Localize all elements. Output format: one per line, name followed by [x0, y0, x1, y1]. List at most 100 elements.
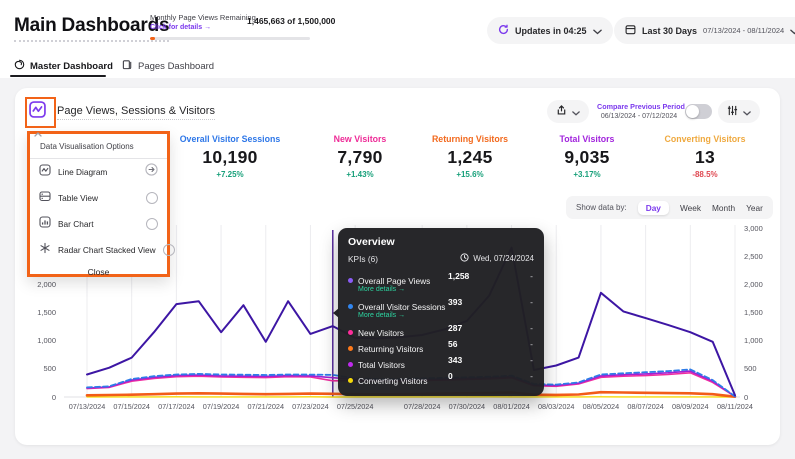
table-view-icon: [39, 189, 51, 207]
dashboard-page: Main Dashboards Monthly Page Views Remai…: [0, 0, 795, 459]
y-axis-label-right: 3,000: [744, 224, 778, 233]
tooltip-kpi-value: 0: [448, 371, 453, 381]
kpi-tooltip: Overview KPIs (6) Wed, 07/24/2024 Overal…: [338, 228, 544, 396]
vis-option-label: Line Diagram: [58, 167, 138, 177]
vis-options-panel: Data Visualisation Options Line Diagram …: [27, 131, 170, 277]
active-tab-underline: [10, 75, 106, 77]
time-tab-month[interactable]: Month: [712, 203, 735, 213]
tooltip-title: Overview: [348, 236, 534, 248]
kpi-label: Converting Visitors: [643, 134, 767, 144]
toggle-knob: [686, 105, 699, 118]
clock-icon: [460, 253, 469, 264]
kpi-converting-visitors: Converting Visitors13-88.5%: [643, 134, 767, 179]
monthly-views-details-link[interactable]: Click for details →: [150, 24, 211, 31]
date-range-button[interactable]: Last 30 Days 07/13/2024 - 08/11/2024: [614, 17, 795, 44]
tooltip-row: Total Visitors343-: [348, 355, 534, 368]
tooltip-caret: [333, 308, 339, 318]
vis-options-close-button[interactable]: Close: [30, 267, 167, 277]
date-range-value: 07/13/2024 - 08/11/2024: [703, 26, 784, 35]
kpi-label: Returning Visitors: [408, 134, 532, 144]
tooltip-kpi-value: 343: [448, 355, 462, 365]
vis-option-label: Table View: [58, 193, 139, 203]
vis-option-radar-chart[interactable]: Radar Chart Stacked View: [30, 237, 167, 263]
tooltip-kpi-compare-placeholder: -: [530, 297, 533, 307]
y-axis-label-right: 1,500: [744, 308, 778, 317]
kpi-total-visitors: Total Visitors9,035+3.17%: [525, 134, 649, 179]
y-axis-label-left: 1,000: [22, 336, 56, 345]
kpi-delta: -88.5%: [643, 170, 767, 179]
tooltip-kpi-name: Converting Visitors: [358, 376, 427, 386]
vis-option-table-view[interactable]: Table View: [30, 185, 167, 211]
show-data-by-label: Show data by:: [576, 203, 627, 212]
y-axis-label-right: 0: [744, 393, 778, 402]
column-settings-button[interactable]: [718, 100, 760, 123]
kpi-value: 7,790: [298, 147, 422, 168]
radio-button[interactable]: [163, 244, 175, 256]
kpi-overall-visitor-sessions: Overall Visitor Sessions10,190+7.25%: [168, 134, 292, 179]
vis-option-line-diagram[interactable]: Line Diagram: [30, 159, 167, 185]
tooltip-kpi-name: Overall Visitor Sessions: [358, 302, 445, 312]
kpi-delta: +3.17%: [525, 170, 649, 179]
tooltip-kpi-count: KPIs (6): [348, 254, 378, 264]
monthly-views-progress-bar: [150, 37, 310, 40]
y-axis-label-left: 2,000: [22, 280, 56, 289]
tooltip-kpi-compare-placeholder: -: [530, 339, 533, 349]
line-diagram-icon: [39, 163, 51, 181]
radar-chart-icon: [39, 241, 51, 259]
tooltip-row: New Visitors287-: [348, 323, 534, 336]
refresh-icon: [498, 22, 509, 40]
tooltip-kpi-name: Total Visitors: [358, 360, 405, 370]
chart-type-button[interactable]: [29, 101, 49, 121]
export-button[interactable]: [547, 100, 589, 123]
tooltip-row: Overall Visitor Sessions393-: [348, 297, 534, 310]
x-axis-label: 07/25/2024: [327, 402, 383, 411]
kpi-new-visitors: New Visitors7,790+1.43%: [298, 134, 422, 179]
radio-button[interactable]: [146, 218, 158, 230]
card-title: Page Views, Sessions & Visitors: [57, 105, 215, 120]
tooltip-kpi-value: 56: [448, 339, 457, 349]
y-axis-label-right: 2,000: [744, 280, 778, 289]
kpi-dot: [348, 378, 353, 383]
tab-pages-dashboard[interactable]: Pages Dashboard: [122, 57, 214, 75]
more-details-link[interactable]: More details →: [358, 312, 534, 319]
radio-button[interactable]: [146, 192, 158, 204]
y-axis-label-left: 500: [22, 364, 56, 373]
updates-button[interactable]: Updates in 04:25: [487, 17, 613, 44]
vis-option-label: Bar Chart: [58, 219, 139, 229]
monthly-views-usage: 1,465,663 of 1,500,000: [247, 16, 335, 26]
tooltip-date: Wed, 07/24/2024: [460, 253, 534, 264]
tab-label: Pages Dashboard: [138, 61, 214, 72]
time-tab-year[interactable]: Year: [746, 203, 763, 213]
tooltip-kpi-name: New Visitors: [358, 328, 404, 338]
tooltip-kpi-compare-placeholder: -: [530, 271, 533, 281]
more-details-link[interactable]: More details →: [358, 286, 534, 293]
tab-label: Master Dashboard: [30, 61, 113, 72]
master-dashboard-icon: [14, 57, 25, 75]
chevron-down-icon: [572, 103, 580, 121]
updates-label: Updates in 04:25: [515, 26, 587, 36]
tooltip-row: Converting Visitors 0 -: [348, 371, 534, 384]
tooltip-kpi-compare-placeholder: -: [530, 371, 533, 381]
kpi-dot: [348, 330, 353, 335]
time-tab-week[interactable]: Week: [680, 203, 701, 213]
monthly-views-progress-fill: [150, 37, 155, 40]
sliders-icon: [727, 103, 738, 121]
chevron-down-icon: [593, 22, 602, 40]
tooltip-kpi-value: 287: [448, 323, 462, 333]
line-chart-icon: [29, 105, 46, 122]
x-axis-label: 08/11/2024: [707, 402, 763, 411]
share-export-icon: [556, 103, 567, 121]
tooltip-kpi-value: 1,258: [448, 271, 469, 281]
arrow-right-circle-icon[interactable]: [145, 163, 158, 181]
y-axis-label-left: 0: [22, 393, 56, 402]
kpi-label: New Visitors: [298, 134, 422, 144]
kpi-value: 10,190: [168, 147, 292, 168]
time-tab-day[interactable]: Day: [638, 201, 669, 215]
compare-toggle[interactable]: [685, 104, 712, 119]
vis-option-bar-chart[interactable]: Bar Chart: [30, 211, 167, 237]
vis-option-label: Radar Chart Stacked View: [58, 245, 156, 255]
kpi-dot: [348, 346, 353, 351]
tooltip-date-text: Wed, 07/24/2024: [473, 254, 534, 263]
kpi-label: Total Visitors: [525, 134, 649, 144]
tab-master-dashboard[interactable]: Master Dashboard: [14, 57, 113, 75]
